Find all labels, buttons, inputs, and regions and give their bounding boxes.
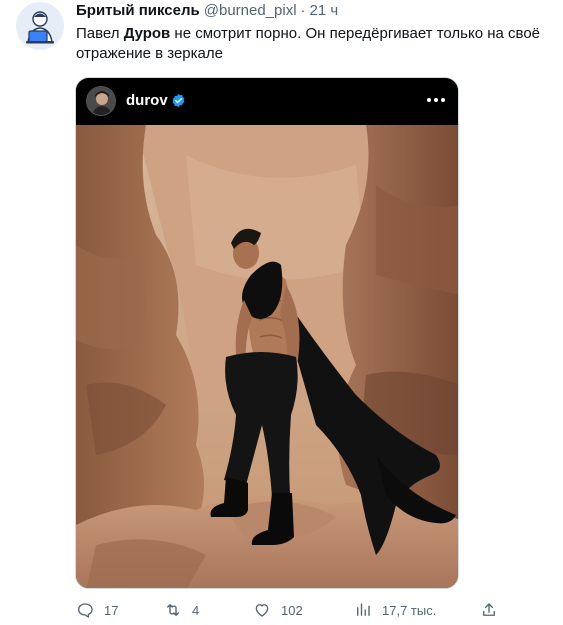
desert-photo [76,125,458,588]
more-icon [427,98,445,102]
author-handle[interactable]: @burned_pixl [204,2,297,19]
tweet-text-part: Павел [76,25,124,42]
views-button[interactable]: 17,7 тыс. [354,598,436,622]
author-display-name[interactable]: Бритый пиксель [76,2,200,19]
share-icon [483,603,495,616]
embedded-avatar [86,86,116,116]
person-icon [87,87,115,115]
embedded-post-header: durov [76,78,458,125]
separator-dot: · [300,2,306,19]
retweet-button[interactable]: 4 [164,598,199,622]
avatar-illustration-icon [16,2,64,50]
tweet-text-bold: Дуров [123,25,171,42]
embedded-post-image[interactable]: durov [75,77,459,589]
tweet-text: Павел Дуров не смотрит порно. Он передёр… [76,24,546,64]
tweet-actions: 17 4 102 17,7 тыс. [76,598,546,622]
retweet-count: 4 [192,602,200,618]
share-button[interactable] [480,598,498,622]
tweet[interactable]: Бритый пиксель @burned_pixl · 21 ч Павел… [0,0,563,625]
reply-icon [77,603,93,618]
verified-badge-icon [172,93,185,108]
avatar[interactable] [16,2,64,50]
like-count: 102 [281,602,303,618]
tweet-header: Бритый пиксель @burned_pixl · 21 ч [76,2,338,22]
views-chart-icon [357,603,370,616]
like-button[interactable]: 102 [253,598,303,622]
retweet-icon [167,604,179,616]
heart-icon [255,604,269,617]
embedded-username: durov [126,92,168,109]
reply-count: 17 [104,602,119,618]
tweet-timestamp[interactable]: 21 ч [310,2,339,19]
views-count: 17,7 тыс. [382,602,437,618]
reply-button[interactable]: 17 [76,598,118,622]
